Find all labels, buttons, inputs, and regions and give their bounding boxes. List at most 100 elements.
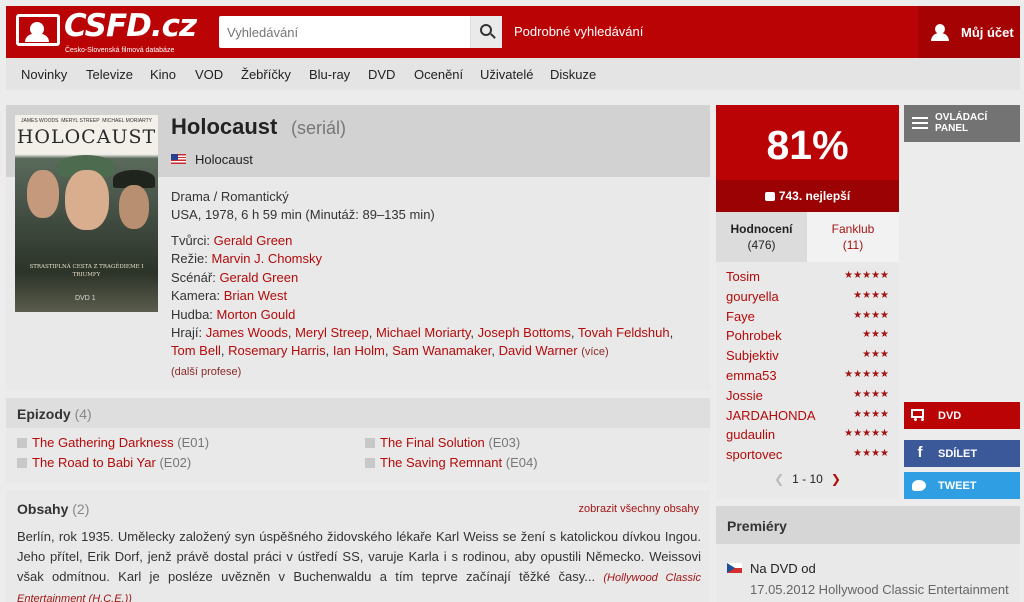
user-rating-row: Subjektiv ★★★ [726,348,889,368]
film-type: (seriál) [291,118,347,138]
nav-item-bluray[interactable]: Blu-ray [309,67,350,82]
creator-link[interactable]: Gerald Green [214,233,293,248]
user-link[interactable]: Subjektiv [726,348,779,363]
rating-tabs: Hodnocení (476) Fanklub (11) [716,212,899,262]
rating-rank[interactable]: 743. nejlepší [716,180,899,212]
next-page-icon[interactable]: ❯ [831,472,841,486]
facebook-icon: f [917,444,923,461]
nav-item-oceneni[interactable]: Ocenění [414,67,463,82]
user-link[interactable]: Jossie [726,388,763,403]
star-rating-icon: ★★★ [862,349,889,361]
poster-tagline: STRASTIPLNÁ CESTA Z TRAGÉDIEME I TRIUMFY [29,264,144,278]
other-professions-link[interactable]: (další profese) [171,366,241,378]
user-link[interactable]: JARDAHONDA [726,408,816,423]
advanced-search-link[interactable]: Podrobné vyhledávání [514,24,643,39]
film-genres: Drama / Romantický [171,189,289,204]
rating-score: 81% [716,105,899,180]
film-creators: Tvůrci: Gerald Green Režie: Marvin J. Ch… [171,233,674,378]
premieres-heading: Premiéry [727,518,787,534]
user-rating-row: Faye ★★★★ [726,309,889,329]
user-link[interactable]: Tosim [726,269,760,284]
tweet-button[interactable]: TWEET [904,472,1020,499]
site-logo[interactable]: CSFD.cz Česko-Slovenská filmová databáze [16,8,197,54]
episode-item[interactable]: The Saving Remnant (E04) [365,455,538,470]
control-panel-button[interactable]: OVLÁDACÍ PANEL [904,105,1020,142]
plots-box: Obsahy (2) zobrazit všechny obsahy Berlí… [6,491,710,602]
user-link[interactable]: Pohrobek [726,328,782,343]
search-input[interactable] [219,16,469,48]
nav-item-novinky[interactable]: Novinky [21,67,67,82]
actor-link[interactable]: Tom Bell [171,343,221,358]
actor-link[interactable]: Rosemary Harris [228,343,326,358]
control-panel-label: OVLÁDACÍ PANEL [935,112,988,134]
plots-count: (2) [72,501,90,517]
twitter-icon [912,480,926,491]
cz-flag-icon [727,563,742,573]
user-rating-row: JARDAHONDA ★★★★ [726,408,889,428]
film-origin: USA, 1978, 6 h 59 min (Minutáž: 89–135 m… [171,207,435,222]
main-nav: Novinky Televize Kino VOD Žebříčky Blu-r… [6,58,1020,90]
nav-item-kino[interactable]: Kino [150,67,176,82]
episode-item[interactable]: The Final Solution (E03) [365,435,520,450]
episodes-header: Epizody (4) [6,398,710,428]
logo-icon [16,14,60,46]
episode-item[interactable]: The Gathering Darkness (E01) [17,435,209,450]
user-link[interactable]: gouryella [726,289,779,304]
search-box [219,16,502,48]
user-rating-row: Pohrobek ★★★ [726,328,889,348]
actor-link[interactable]: David Warner [499,343,578,358]
episodes-count: (4) [74,406,92,422]
actor-link[interactable]: James Woods [206,325,288,340]
plots-heading: Obsahy [17,501,69,517]
actor-link[interactable]: Ian Holm [333,343,385,358]
prev-page-icon[interactable]: ❮ [774,472,784,486]
actor-link[interactable]: Michael Moriarty [376,325,470,340]
star-rating-icon: ★★★ [862,329,889,341]
camera-link[interactable]: Brian West [224,288,287,303]
tab-ratings[interactable]: Hodnocení (476) [716,212,807,262]
director-link[interactable]: Marvin J. Chomsky [211,251,322,266]
film-poster[interactable]: JAMES WOODS MERYL STREEP MICHAEL MORIARTY … [15,115,158,312]
actor-link[interactable]: Tovah Feldshuh [578,325,670,340]
nav-item-diskuze[interactable]: Diskuze [550,67,596,82]
more-actors-link[interactable]: (více) [581,346,609,358]
nav-item-dvd[interactable]: DVD [368,67,395,82]
search-button[interactable] [470,16,502,48]
user-link[interactable]: Faye [726,309,755,324]
user-rating-row: gudaulin ★★★★★ [726,427,889,447]
nav-item-uzivatele[interactable]: Uživatelé [480,67,533,82]
tab-fanclub[interactable]: Fanklub (11) [807,212,899,262]
us-flag-icon [171,154,186,164]
episodes-heading: Epizody [17,406,71,422]
user-rating-row: gouryella ★★★★ [726,289,889,309]
nav-item-zebricky[interactable]: Žebříčky [241,67,291,82]
actor-link[interactable]: Sam Wanamaker [392,343,491,358]
nav-item-televize[interactable]: Televize [86,67,133,82]
actor-link[interactable]: Meryl Streep [295,325,369,340]
user-link[interactable]: emma53 [726,368,777,383]
account-label: Můj účet [961,25,1014,40]
original-title: Holocaust [195,152,253,167]
user-icon [931,24,949,41]
share-facebook-button[interactable]: f SDÍLET [904,440,1020,467]
star-rating-icon: ★★★★ [853,309,889,321]
show-all-plots-link[interactable]: zobrazit všechny obsahy [579,503,699,515]
poster-names: JAMES WOODS MERYL STREEP MICHAEL MORIARTY [21,118,152,124]
episode-item[interactable]: The Road to Babi Yar (E02) [17,455,191,470]
dvd-button[interactable]: DVD [904,402,1020,429]
episode-bullet-icon [17,438,27,448]
account-button[interactable]: Můj účet [918,6,1020,58]
writer-link[interactable]: Gerald Green [219,270,298,285]
user-rating-row: Jossie ★★★★ [726,388,889,408]
user-rating-row: emma53 ★★★★★ [726,368,889,388]
poster-format: DVD 1 [75,295,96,302]
episode-bullet-icon [365,438,375,448]
pager-range: 1 - 10 [792,472,823,486]
user-link[interactable]: sportovec [726,447,782,462]
actor-link[interactable]: Joseph Bottoms [478,325,571,340]
star-rating-icon: ★★★★ [853,388,889,400]
user-link[interactable]: gudaulin [726,427,775,442]
nav-item-vod[interactable]: VOD [195,67,223,82]
rating-percent: 81% [766,122,849,168]
music-link[interactable]: Morton Gould [217,307,296,322]
